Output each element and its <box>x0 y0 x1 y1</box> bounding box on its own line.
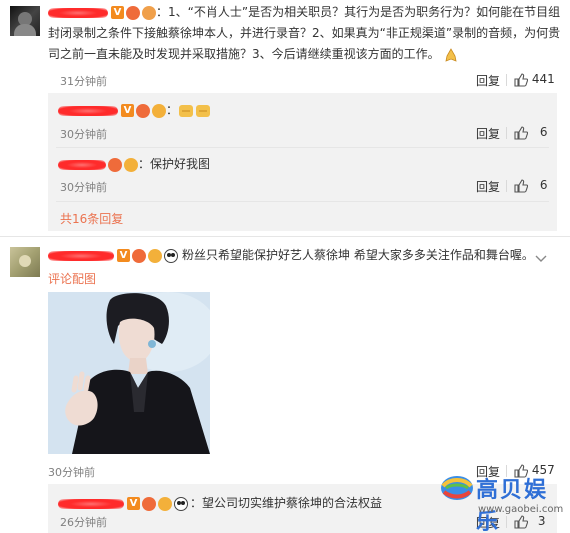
divider <box>0 236 570 237</box>
reply-time: 30分钟前 <box>60 181 107 194</box>
hands-emoji-icon <box>178 104 212 118</box>
reply-text: ：望公司切实维护蔡徐坤的合法权益 <box>190 496 383 510</box>
divider <box>56 201 549 202</box>
comment-text: 粉丝只希望能保护好艺人蔡徐坤 希望大家多多关注作品和舞台喔。 <box>182 248 534 262</box>
thumbs-up-icon <box>514 72 529 87</box>
like-button[interactable]: 6 <box>514 178 547 193</box>
verified-badge: V <box>121 104 134 117</box>
username-redacted[interactable] <box>58 159 106 170</box>
verified-badge: V <box>117 249 130 262</box>
like-button[interactable]: 6 <box>514 125 547 140</box>
divider <box>506 180 507 192</box>
username-redacted[interactable] <box>58 498 124 509</box>
verified-badge: V <box>127 497 140 510</box>
reply-item: V ：望公司切实维护蔡徐坤的合法权益 <box>58 493 382 514</box>
member-badge-icon <box>142 5 156 20</box>
brand-logo-icon <box>441 476 473 500</box>
fan-badge-icon <box>108 157 122 172</box>
comment-image-link[interactable]: 评论配图 <box>48 270 96 287</box>
reply-item: V： <box>58 101 212 118</box>
like-count: 441 <box>531 72 555 86</box>
thumbs-up-icon <box>514 125 529 140</box>
brand-name: 高贝娱乐 <box>476 477 549 533</box>
reply-time: 26分钟前 <box>60 516 107 529</box>
verified-badge: V <box>111 6 124 19</box>
reply-text: ：保护好我图 <box>138 157 211 171</box>
thumbs-up-icon <box>514 178 529 193</box>
reply-button[interactable]: 回复 <box>476 72 500 89</box>
watermark-url: www.gaobei.com <box>478 504 564 515</box>
more-replies-link[interactable]: 共16条回复 <box>60 210 123 227</box>
username-redacted[interactable] <box>58 105 118 116</box>
reply-item: ：保护好我图 <box>58 154 210 175</box>
reply-time: 30分钟前 <box>60 128 107 141</box>
comment-body: V ：1、“不肖人士”是否为相关职员？其行为是否为职务行为？如何能在节目组封闭录制… <box>48 2 568 65</box>
panda-badge-icon <box>164 248 178 263</box>
chevron-down-icon[interactable] <box>535 252 547 262</box>
divider <box>56 147 549 148</box>
reply-button[interactable]: 回复 <box>476 178 500 195</box>
pray-emoji-icon <box>443 47 459 62</box>
fan-badge-icon <box>126 5 140 20</box>
fan-badge-icon <box>136 103 150 118</box>
comment-time: 30分钟前 <box>48 466 95 479</box>
member-badge-icon <box>158 496 172 511</box>
avatar[interactable] <box>10 6 40 36</box>
member-badge-icon <box>152 103 166 118</box>
divider <box>506 74 507 86</box>
member-badge-icon <box>148 248 162 263</box>
like-count: 6 <box>539 125 548 139</box>
panda-badge-icon <box>174 496 188 511</box>
reply-button[interactable]: 回复 <box>476 125 500 142</box>
username-redacted[interactable] <box>48 7 108 18</box>
member-badge-icon <box>124 157 138 172</box>
comment-body: V 粉丝只希望能保护好艺人蔡徐坤 希望大家多多关注作品和舞台喔。 <box>48 245 548 266</box>
avatar[interactable] <box>10 247 40 277</box>
comment-text: ：1、“不肖人士”是否为相关职员？其行为是否为职务行为？如何能在节目组封闭录制之… <box>48 5 561 61</box>
comment-time: 31分钟前 <box>60 75 107 88</box>
like-count: 6 <box>539 178 548 192</box>
comment-photo[interactable] <box>48 292 210 454</box>
fan-badge-icon <box>142 496 156 511</box>
divider <box>506 127 507 139</box>
username-redacted[interactable] <box>48 250 114 261</box>
like-button[interactable]: 441 <box>514 72 555 87</box>
fan-badge-icon <box>132 248 146 263</box>
